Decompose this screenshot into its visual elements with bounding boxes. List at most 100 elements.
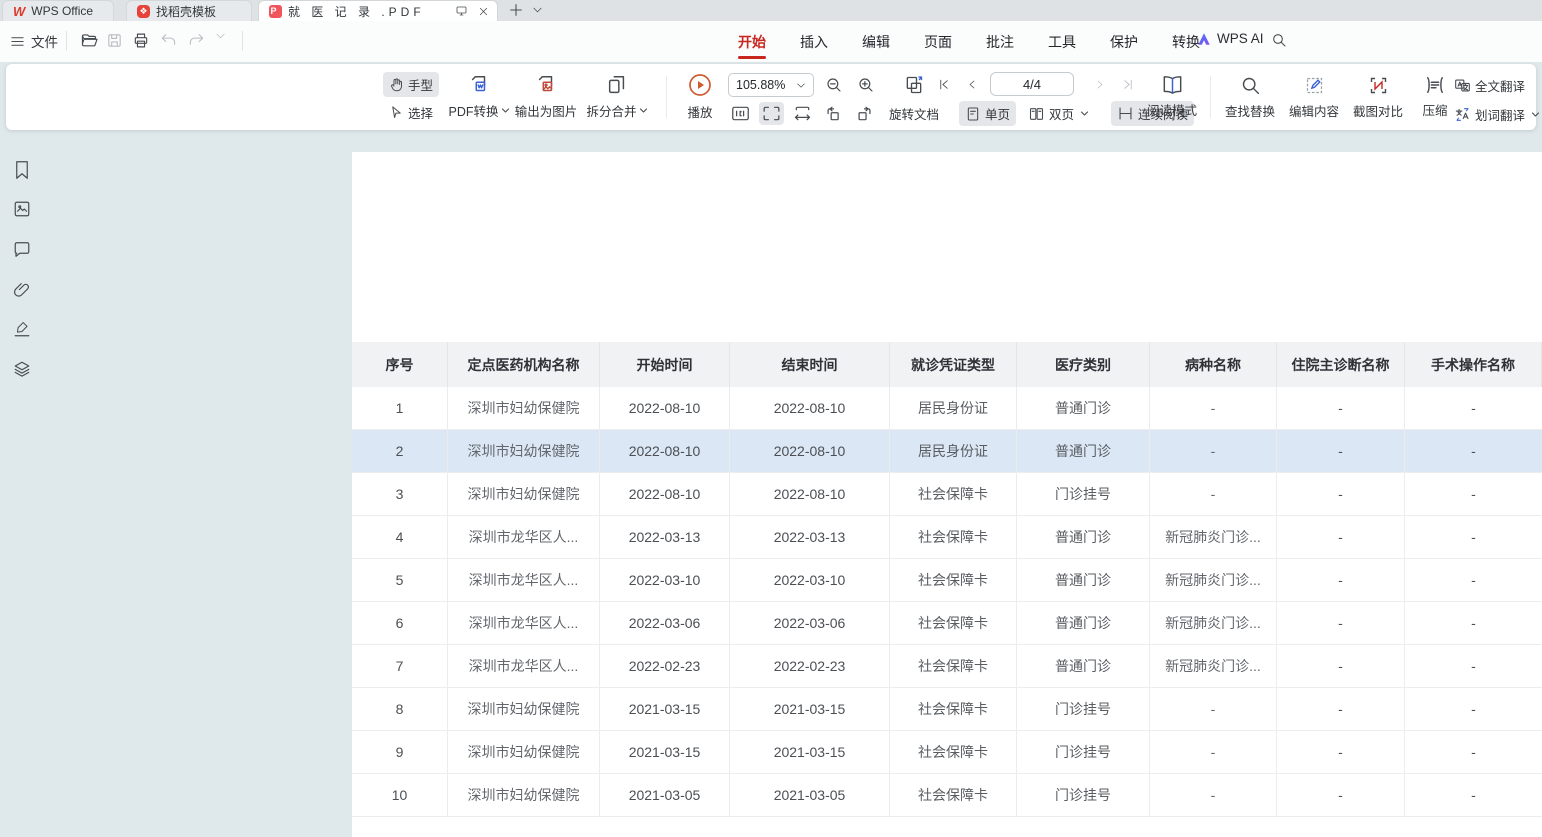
- table-cell: 10: [352, 774, 448, 816]
- last-page-icon[interactable]: [1118, 75, 1138, 94]
- new-tab-button[interactable]: [508, 2, 524, 18]
- menu-protect[interactable]: 保护: [1108, 23, 1140, 61]
- table-cell: 普通门诊: [1017, 387, 1150, 429]
- table-header-cell: 开始时间: [600, 342, 730, 387]
- split-merge-icon: [606, 74, 628, 96]
- redo-icon[interactable]: [188, 32, 205, 47]
- save-icon[interactable]: [106, 32, 123, 49]
- search-icon[interactable]: [1271, 32, 1287, 48]
- find-replace-button[interactable]: 查找替换: [1218, 70, 1282, 124]
- table-cell: 2022-02-23: [730, 645, 890, 687]
- full-translate-label: 全文翻译: [1475, 76, 1525, 95]
- tab-document-pdf[interactable]: P 就 医 记 录 .PDF: [258, 0, 498, 21]
- table-cell: -: [1277, 645, 1405, 687]
- table-cell: 2022-03-06: [730, 602, 890, 644]
- menu-insert[interactable]: 插入: [798, 23, 830, 61]
- book-icon: [1161, 75, 1184, 95]
- next-page-icon[interactable]: [1091, 75, 1109, 94]
- open-file-icon[interactable]: [80, 32, 98, 48]
- menu-edit[interactable]: 编辑: [860, 23, 892, 61]
- table-cell: -: [1277, 602, 1405, 644]
- zoom-out-icon[interactable]: [822, 73, 846, 97]
- export-image-button[interactable]: 输出为图片: [511, 70, 581, 124]
- table-row: 9深圳市妇幼保健院2021-03-152021-03-15社会保障卡门诊挂号--…: [352, 731, 1542, 774]
- table-cell: 2022-03-10: [730, 559, 890, 601]
- table-cell: 9: [352, 731, 448, 773]
- screenshot-compare-button[interactable]: 截图对比: [1346, 70, 1410, 124]
- actual-size-icon[interactable]: [728, 102, 753, 125]
- table-cell: 8: [352, 688, 448, 730]
- pdf-convert-label: PDF转换: [448, 101, 509, 120]
- table-cell: -: [1277, 774, 1405, 816]
- thumbnail-icon[interactable]: [13, 200, 31, 218]
- table-cell: 深圳市龙华区人...: [448, 516, 600, 558]
- first-page-icon[interactable]: [934, 75, 954, 94]
- table-cell: -: [1277, 731, 1405, 773]
- table-cell: 社会保障卡: [890, 774, 1017, 816]
- double-page-button[interactable]: 双页: [1022, 101, 1095, 126]
- menu-home[interactable]: 开始: [736, 23, 768, 61]
- wps-ai-label: WPS AI: [1217, 31, 1264, 46]
- page-number-input[interactable]: 4/4: [990, 72, 1074, 96]
- fit-page-icon[interactable]: [759, 102, 784, 125]
- wps-ai-button[interactable]: WPS AI: [1196, 31, 1264, 46]
- divider: [242, 31, 243, 51]
- zoom-level-select[interactable]: 105.88%: [728, 73, 814, 97]
- play-button[interactable]: 播放: [676, 70, 724, 124]
- read-mode-button[interactable]: 阅读模式: [1140, 70, 1204, 124]
- table-cell: 2022-08-10: [600, 387, 730, 429]
- table-cell: 普通门诊: [1017, 430, 1150, 472]
- attachment-icon[interactable]: [13, 281, 31, 299]
- edit-content-button[interactable]: 编辑内容: [1282, 70, 1346, 124]
- pdf-convert-button[interactable]: PDF转换: [447, 70, 511, 124]
- table-cell: 2022-03-13: [730, 516, 890, 558]
- rotate-right-icon[interactable]: [852, 102, 877, 125]
- rotate-document-button[interactable]: 旋转文档: [883, 101, 945, 126]
- close-tab-icon[interactable]: [478, 6, 489, 17]
- double-page-icon: [1028, 106, 1045, 122]
- menu-tools[interactable]: 工具: [1046, 23, 1078, 61]
- layers-icon[interactable]: [13, 360, 31, 378]
- signature-icon[interactable]: [13, 320, 31, 338]
- tab-label: WPS Office: [31, 4, 93, 18]
- swap-pages-icon[interactable]: [900, 72, 928, 98]
- undo-icon[interactable]: [160, 32, 177, 47]
- tab-wps-office[interactable]: W WPS Office: [2, 0, 114, 21]
- hand-tool-button[interactable]: 手型: [383, 72, 439, 97]
- table-row: 1深圳市妇幼保健院2022-08-102022-08-10居民身份证普通门诊--…: [352, 387, 1542, 430]
- rotate-left-icon[interactable]: [821, 102, 846, 125]
- table-cell: 5: [352, 559, 448, 601]
- table-cell: 2022-03-13: [600, 516, 730, 558]
- prev-page-icon[interactable]: [963, 75, 981, 94]
- table-cell: -: [1150, 774, 1277, 816]
- single-page-icon: [965, 106, 981, 122]
- word-translate-button[interactable]: 划词翻译: [1448, 102, 1542, 127]
- menu-annotate[interactable]: 批注: [984, 23, 1016, 61]
- table-header-cell: 结束时间: [730, 342, 890, 387]
- comment-icon[interactable]: [13, 241, 31, 258]
- table-cell: 门诊挂号: [1017, 774, 1150, 816]
- table-cell: 深圳市妇幼保健院: [448, 688, 600, 730]
- monitor-icon[interactable]: [455, 5, 468, 17]
- table-cell: 新冠肺炎门诊...: [1150, 645, 1277, 687]
- tab-docer-templates[interactable]: ❖ 找稻壳模板: [126, 0, 252, 21]
- table-cell: -: [1277, 688, 1405, 730]
- table-row: 6深圳市龙华区人...2022-03-062022-03-06社会保障卡普通门诊…: [352, 602, 1542, 645]
- fit-width-icon[interactable]: [790, 102, 815, 125]
- file-menu-button[interactable]: 文件: [10, 31, 58, 51]
- menu-page[interactable]: 页面: [922, 23, 954, 61]
- select-tool-button[interactable]: 选择: [383, 100, 439, 125]
- full-translate-button[interactable]: 全文翻译: [1448, 73, 1542, 98]
- table-cell: -: [1405, 516, 1542, 558]
- split-merge-button[interactable]: 拆分合并: [581, 70, 653, 124]
- tab-list-chevron-icon[interactable]: [532, 6, 543, 14]
- table-cell: -: [1405, 688, 1542, 730]
- quick-access-chevron-icon[interactable]: [215, 32, 226, 40]
- zoom-in-icon[interactable]: [854, 73, 878, 97]
- tab-label: 找稻壳模板: [156, 3, 216, 20]
- single-page-button[interactable]: 单页: [959, 101, 1016, 126]
- print-icon[interactable]: [132, 32, 150, 49]
- bookmark-icon[interactable]: [13, 160, 31, 180]
- table-cell: 2022-08-10: [600, 473, 730, 515]
- table-cell: 6: [352, 602, 448, 644]
